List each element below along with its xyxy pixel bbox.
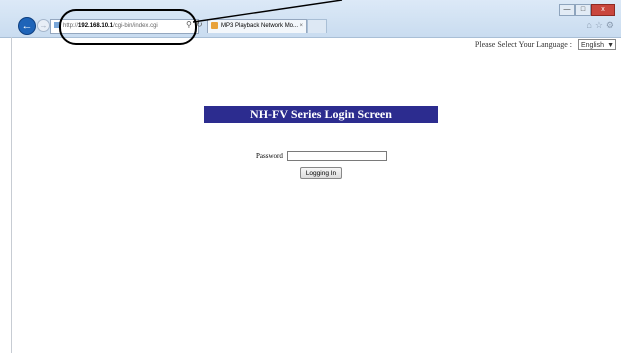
login-title: NH-FV Series Login Screen — [204, 106, 438, 123]
language-selector-row: Please Select Your Language : English ▼ — [475, 39, 616, 50]
page-left-border — [11, 37, 12, 353]
language-label: Please Select Your Language : — [474, 40, 572, 49]
password-input[interactable] — [287, 151, 387, 161]
callout-pointer-line — [192, 0, 343, 23]
language-selected: English — [581, 42, 604, 49]
password-label: Password — [256, 152, 283, 160]
language-select[interactable]: English ▼ — [578, 39, 616, 50]
chevron-down-icon: ▼ — [607, 42, 614, 49]
login-button[interactable]: Logging In — [300, 167, 342, 179]
